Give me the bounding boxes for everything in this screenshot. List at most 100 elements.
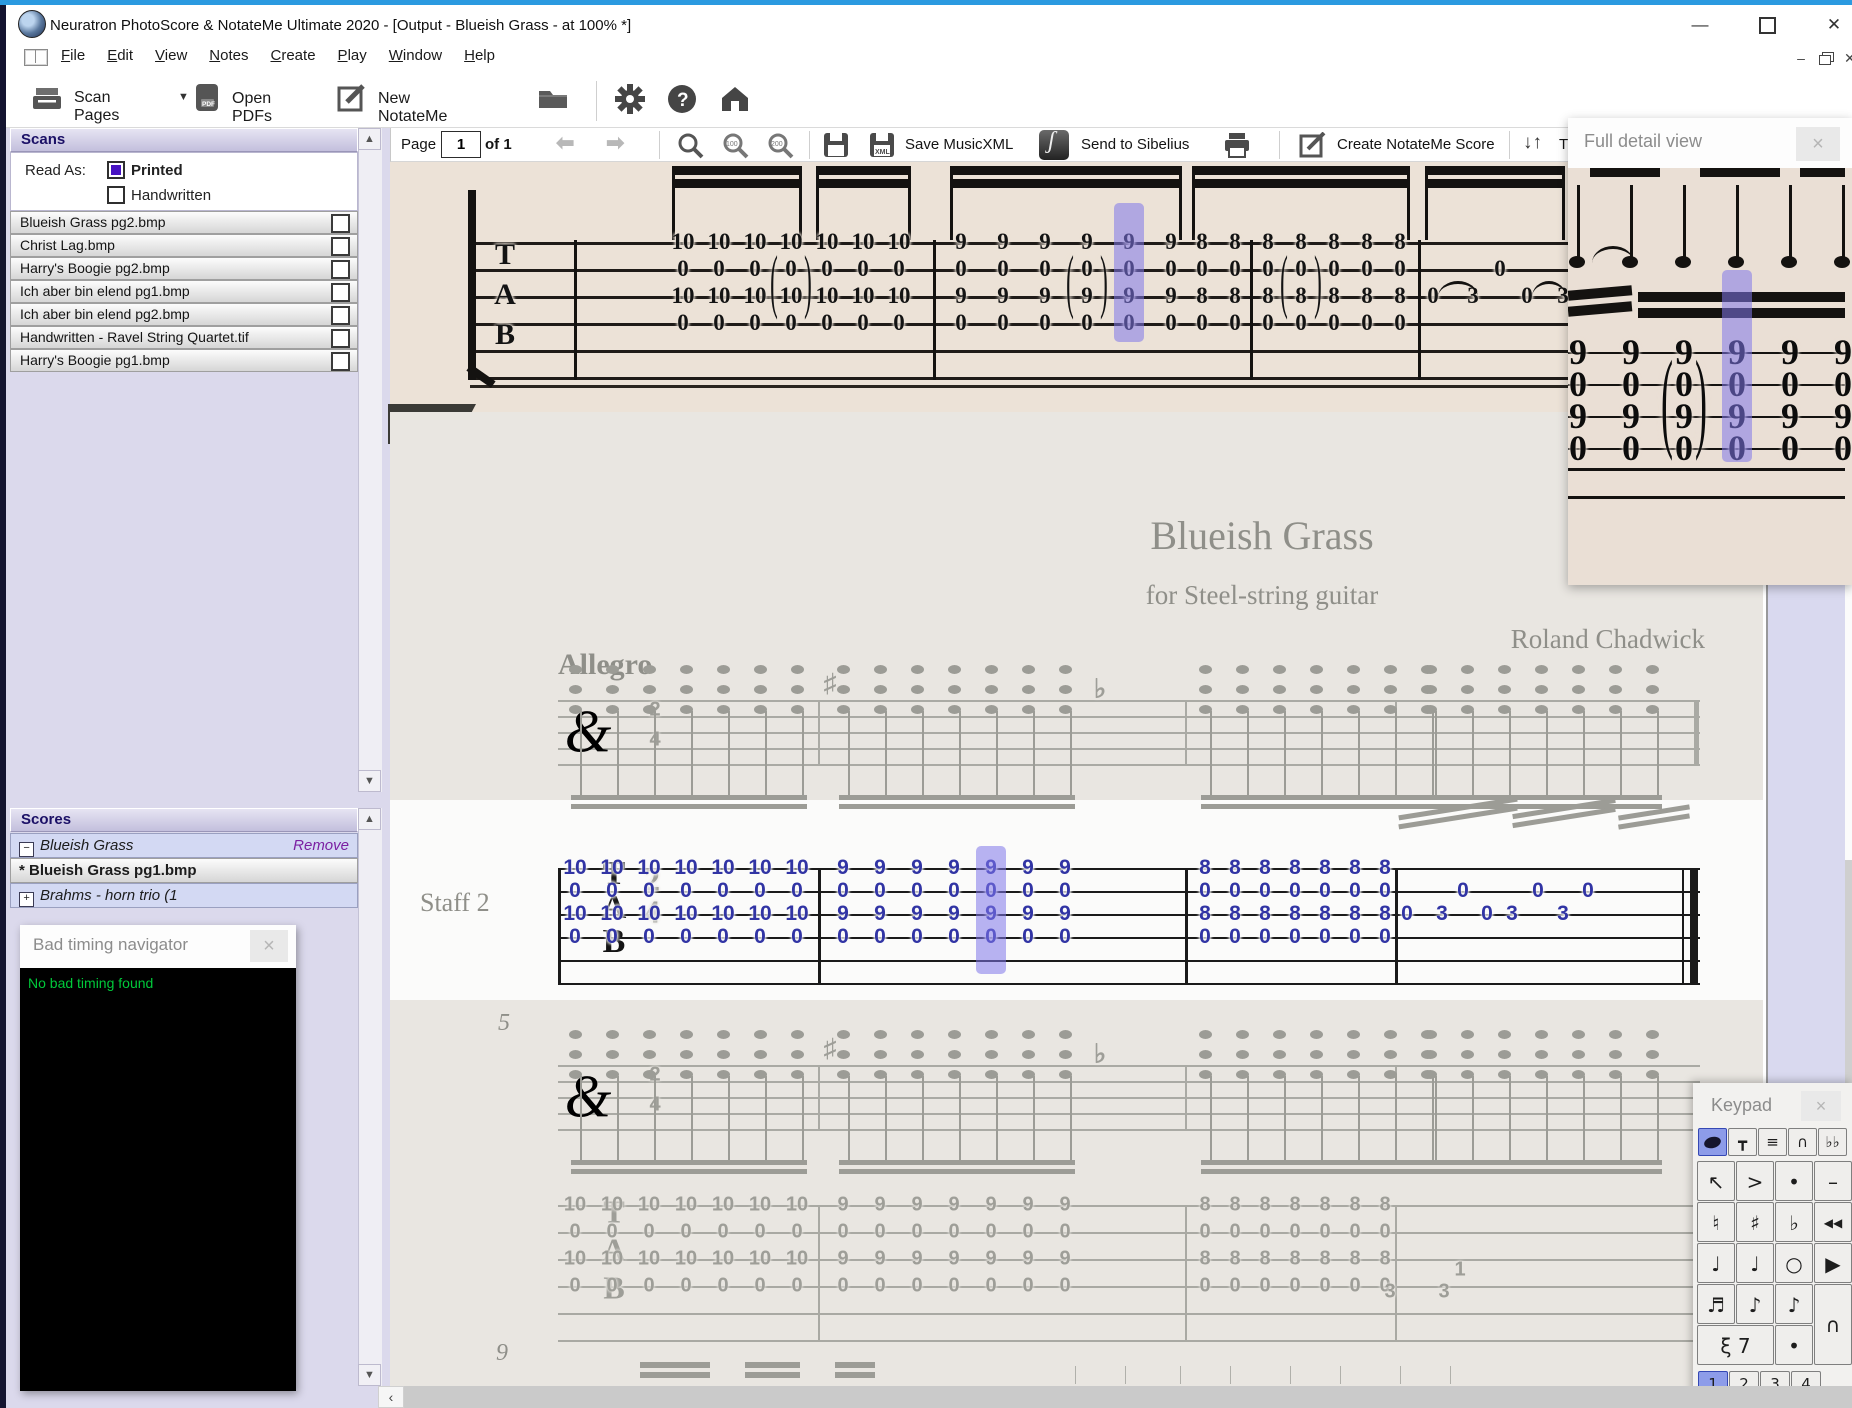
accent-button[interactable]: > [1736,1161,1774,1201]
zoom-100-icon[interactable]: 100 [721,132,751,160]
child-restore-button[interactable] [1816,51,1838,69]
scan-file-row[interactable]: Ich aber bin elend pg2.bmp [10,303,358,326]
create-notateme-icon[interactable] [1299,132,1327,158]
tie-button[interactable]: ∩ [1814,1284,1852,1365]
rewind-button[interactable]: ◀◀ [1814,1202,1852,1242]
score-document[interactable]: Blueish Grass for Steel-string guitar Ro… [390,412,1763,1408]
send-to-sibelius-button[interactable]: Send to Sibelius [1081,136,1189,153]
child-minimize-button[interactable]: – [1790,50,1812,68]
transpose-icon[interactable]: ↓↑ [1523,132,1542,154]
sixteenth-note-button[interactable]: ♬ [1697,1284,1735,1324]
settings-button[interactable] [614,83,646,120]
keypad-close-icon[interactable]: × [1801,1091,1841,1121]
collapse-icon[interactable]: − [19,842,34,857]
scan-file-checkbox[interactable] [331,306,350,325]
menu-notes[interactable]: Notes [198,40,259,71]
create-notateme-button[interactable]: Create NotateMe Score [1337,136,1495,153]
scores-scroll-up-icon[interactable]: ▲ [358,808,381,830]
flat-button[interactable]: ♭ [1775,1202,1813,1242]
double-flat-tab[interactable]: ♭♭ [1818,1128,1847,1156]
zoom-icon[interactable] [676,132,706,160]
remove-score-link[interactable]: Remove [293,837,349,854]
minimize-button[interactable]: — [1680,11,1720,39]
expand-icon[interactable]: + [19,892,34,907]
scan-file-checkbox[interactable] [331,260,350,279]
page-input[interactable]: 1 [441,131,481,158]
save-xml-icon[interactable]: XML [869,132,895,158]
next-page-icon[interactable]: ➡ [606,130,624,156]
home-button[interactable] [718,83,752,120]
play-button[interactable]: ▶ [1814,1243,1852,1283]
scan-file-checkbox[interactable] [331,214,350,233]
tenuto-button[interactable]: – [1814,1161,1852,1201]
handwritten-checkbox[interactable] [107,186,125,204]
marcato-tab[interactable]: ┳ [1728,1128,1757,1156]
dot-button[interactable]: • [1775,1325,1813,1365]
sharp-button[interactable]: ♯ [1736,1202,1774,1242]
staccato-button[interactable]: • [1775,1161,1813,1201]
menu-view[interactable]: View [144,40,198,71]
beam-tab[interactable]: ≡ [1758,1128,1787,1156]
close-button[interactable]: ✕ [1814,11,1852,39]
menu-help[interactable]: Help [453,40,506,71]
quarter-note-button[interactable]: ♩ [1697,1243,1735,1283]
scan-file-row[interactable]: Handwritten - Ravel String Quartet.tif [10,326,358,349]
full-detail-close-icon[interactable]: × [1796,127,1840,161]
prev-page-icon[interactable]: ⬅ [556,130,574,156]
notehead-tab[interactable] [1698,1128,1727,1156]
scan-file-checkbox[interactable] [331,352,350,371]
natural-button[interactable]: ♮ [1697,1202,1735,1242]
scan-file-row[interactable]: Blueish Grass pg2.bmp [10,211,358,234]
scans-scrollbar[interactable] [358,128,382,792]
menu-play[interactable]: Play [327,40,378,71]
scan-file-row[interactable]: Harry's Boogie pg1.bmp [10,349,358,372]
scan-file-row[interactable]: Harry's Boogie pg2.bmp [10,257,358,280]
score-row[interactable]: − Blueish Grass Remove [10,833,358,858]
help-button[interactable]: ? [666,83,698,120]
new-notateme-button[interactable]: New NotateMe Score [336,83,447,143]
rests-button[interactable]: ξ 7 [1697,1325,1774,1365]
maximize-button[interactable] [1747,11,1787,39]
horizontal-scrollbar-thumb[interactable] [404,1386,1852,1408]
bad-timing-titlebar[interactable]: Bad timing navigator × [20,925,296,968]
half-note-button[interactable]: ♩ [1736,1243,1774,1283]
scan-file-checkbox[interactable] [331,283,350,302]
menu-edit[interactable]: Edit [96,40,144,71]
bad-timing-close-icon[interactable]: × [250,930,288,962]
scan-pages-button[interactable]: Scan Pages ▼ [30,83,189,124]
scores-scrollbar[interactable] [358,808,382,1386]
scores-panel-header[interactable]: Scores [10,808,358,832]
eighth-note-button[interactable]: ♪ [1736,1284,1774,1324]
menu-create[interactable]: Create [260,40,327,71]
save-icon[interactable] [823,132,849,158]
scans-scroll-up-icon[interactable]: ▲ [358,128,381,150]
sibelius-icon[interactable]: ʃ [1039,128,1069,160]
child-close-button[interactable]: ✕ [1844,50,1852,68]
horizontal-scrollbar[interactable]: ‹ [378,1386,1852,1408]
scan-file-row[interactable]: Ich aber bin elend pg1.bmp [10,280,358,303]
scans-panel-header[interactable]: Scans [10,128,358,152]
doc-vscrollbar-thumb[interactable] [1845,585,1852,860]
fermata-tab[interactable]: ∩ [1788,1128,1817,1156]
cursor-button[interactable]: ↖ [1697,1161,1735,1201]
open-folder-button[interactable] [536,84,570,117]
full-detail-titlebar[interactable]: Full detail view × [1568,118,1852,168]
save-musicxml-button[interactable]: Save MusicXML [905,136,1013,153]
eighth-note-2-button[interactable]: ♪ [1775,1284,1813,1324]
print-icon[interactable] [1223,131,1251,159]
printed-checkbox[interactable] [107,161,125,179]
chevron-down-icon[interactable]: ▼ [178,91,189,103]
whole-note-button[interactable]: ○ [1775,1243,1813,1283]
menu-file[interactable]: File [50,40,96,71]
scan-file-row[interactable]: Christ Lag.bmp [10,234,358,257]
scans-scroll-down-icon[interactable]: ▼ [358,770,381,792]
scan-file-checkbox[interactable] [331,237,350,256]
scores-scroll-down-icon[interactable]: ▼ [358,1364,381,1386]
score-row[interactable]: + Brahms - horn trio (1 [10,883,358,908]
title-bar[interactable]: Neuratron PhotoScore & NotateMe Ultimate… [6,5,1852,40]
zoom-200-icon[interactable]: 200 [766,132,796,160]
menu-window[interactable]: Window [378,40,453,71]
open-pdfs-button[interactable]: PDF Open PDFs [194,82,272,125]
scan-file-checkbox[interactable] [331,329,350,348]
scroll-left-icon[interactable]: ‹ [378,1386,404,1408]
